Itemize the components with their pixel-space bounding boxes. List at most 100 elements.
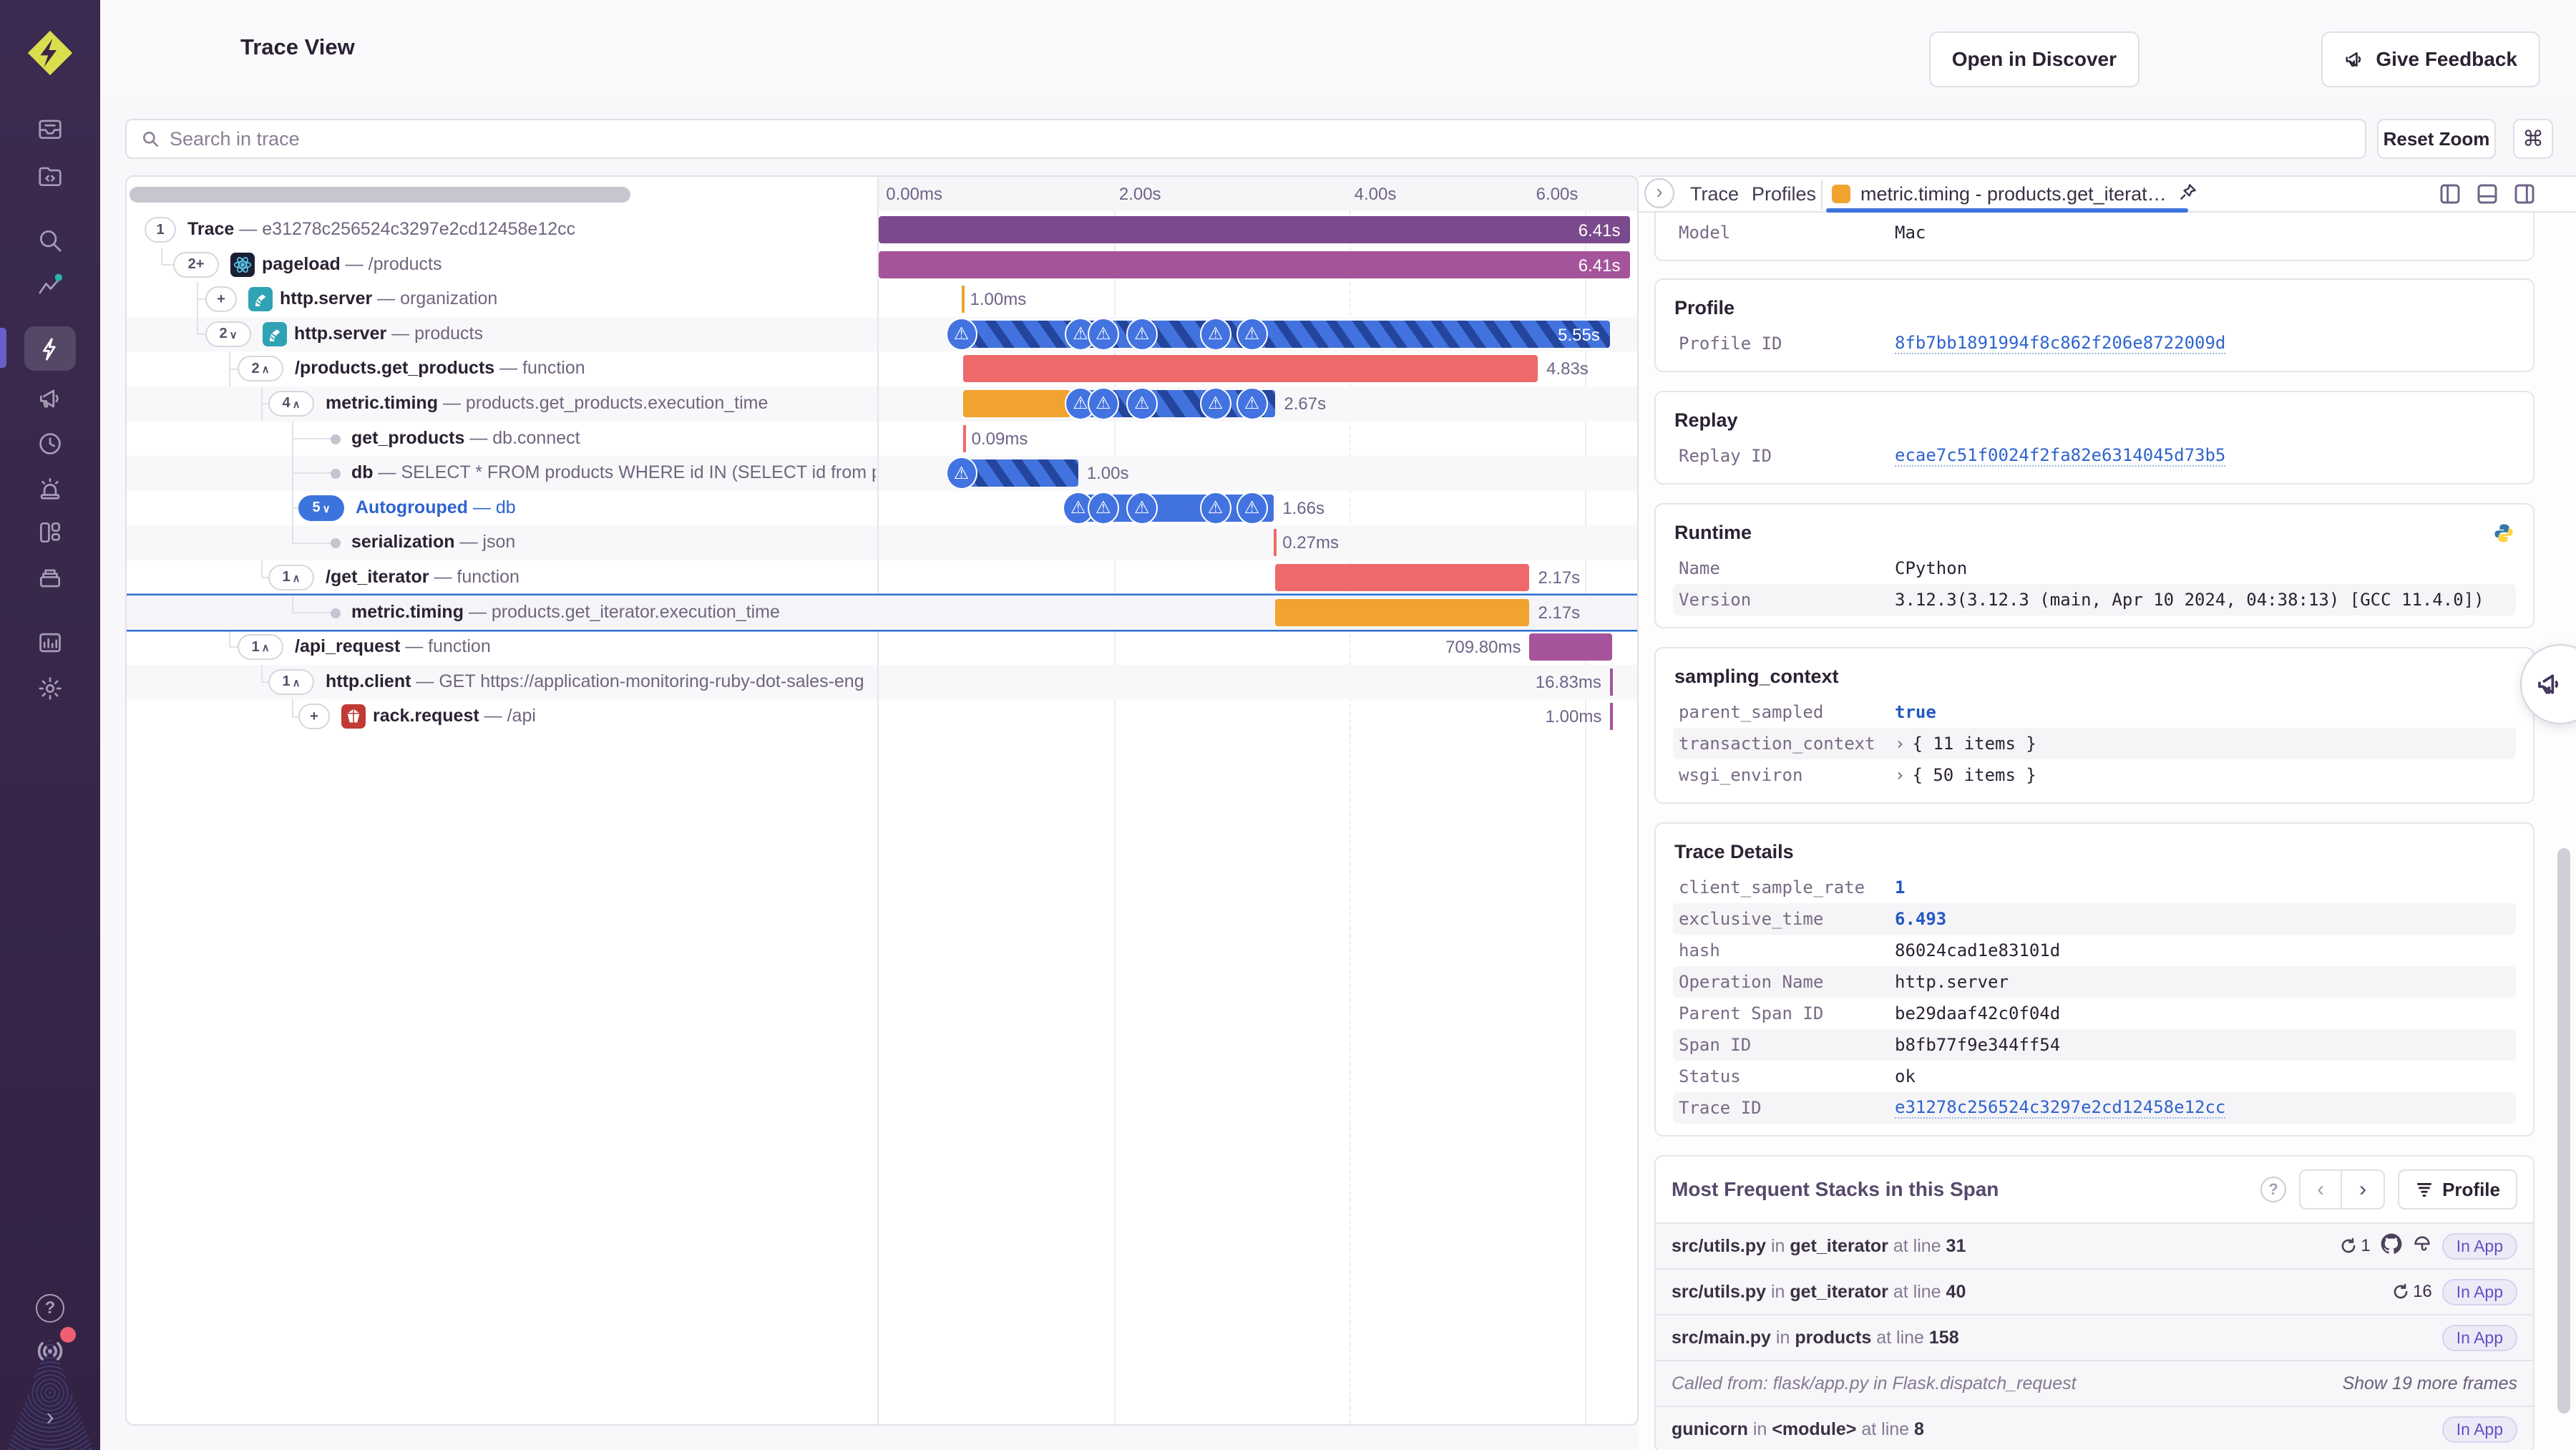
value-link[interactable]: ecae7c51f0024f2fa82e6314045d73b5 (1895, 445, 2226, 467)
span-row[interactable]: + http.server — organization 1.00ms (127, 282, 1637, 317)
span-tick[interactable] (1610, 703, 1614, 731)
sidebar-item-alerts[interactable] (0, 467, 100, 510)
sidebar-item-replays[interactable] (0, 422, 100, 465)
show-more-frames-link[interactable]: Show 19 more frames (2342, 1373, 2517, 1394)
warning-icon[interactable]: ⚠ (1087, 386, 1119, 420)
layout-drawer-bottom-icon[interactable] (2476, 183, 2499, 205)
stack-frame-row[interactable]: src/utils.py in get_iterator at line 31 1… (1656, 1222, 2533, 1268)
warning-icon[interactable]: ⚠ (1199, 491, 1231, 525)
pin-tab-icon[interactable] (2177, 182, 2198, 207)
tab-active-span[interactable]: metric.timing - products.get_iterat… (1826, 177, 2204, 211)
expand-badge[interactable]: 1 ∧ (268, 668, 314, 695)
span-row[interactable]: 5 ∨ Autogrouped — db ⚠ ⚠ ⚠ ⚠ ⚠ 1.66s (127, 490, 1637, 526)
value-link[interactable]: 8fb7bb1891994f8c862f206e8722009d (1895, 333, 2226, 354)
shortcuts-button[interactable]: ⌘ (2513, 119, 2553, 159)
sentry-logo-icon[interactable] (26, 29, 74, 77)
stack-frame-row[interactable]: gunicorn in <module> at line 8 In App (1656, 1406, 2533, 1450)
span-bar[interactable] (951, 320, 1610, 348)
expand-badge[interactable]: + (298, 704, 330, 730)
tab-profiles[interactable]: Profiles (1752, 177, 1816, 211)
warning-icon[interactable]: ⚠ (1199, 386, 1231, 420)
sidebar-item-projects[interactable] (0, 155, 100, 198)
next-stack-button[interactable]: › (2342, 1171, 2384, 1208)
sidebar-collapse-button[interactable]: › (0, 1397, 100, 1437)
expand-badge[interactable]: 4 ∧ (268, 390, 314, 417)
span-row[interactable]: 1 ∧ /api_request — function 709.80ms (127, 630, 1637, 665)
stack-frame-row[interactable]: Called from: flask/app.py in Flask.dispa… (1656, 1360, 2533, 1406)
sidebar-item-search[interactable] (0, 219, 100, 262)
give-feedback-button[interactable]: Give Feedback (2321, 31, 2540, 87)
warning-icon[interactable]: ⚠ (1126, 317, 1158, 351)
expand-badge[interactable]: 1 (145, 217, 176, 243)
span-bar[interactable] (962, 355, 1538, 383)
profile-button[interactable]: Profile (2398, 1169, 2517, 1210)
warning-icon[interactable]: ⚠ (1236, 386, 1268, 420)
span-bar[interactable] (879, 216, 1631, 243)
value-text[interactable]: { 11 items } (1912, 734, 2036, 754)
stack-frame-row[interactable]: src/utils.py in get_iterator at line 40 1… (1656, 1268, 2533, 1314)
sidebar-item-stats[interactable] (0, 557, 100, 600)
expand-panel-button[interactable]: › (1644, 178, 1674, 208)
sidebar-item-help[interactable]: ? (0, 1288, 100, 1328)
span-bar[interactable] (1529, 633, 1612, 661)
stack-frame-row[interactable]: src/main.py in products at line 158 In Ap… (1656, 1314, 2533, 1360)
reset-zoom-button[interactable]: Reset Zoom (2377, 119, 2496, 159)
timeline-ruler[interactable]: 0.00ms 2.00s 4.00s 6.00s (877, 177, 1637, 211)
expand-badge[interactable]: + (205, 286, 237, 313)
layout-sidebar-left-icon[interactable] (2439, 183, 2462, 205)
warning-icon[interactable]: ⚠ (1087, 317, 1119, 351)
span-row[interactable]: 4 ∧ metric.timing — products.get_products.… (127, 386, 1637, 422)
span-row[interactable]: + rack.request — /api 1.00ms (127, 699, 1637, 734)
sidebar-item-performance[interactable] (0, 326, 100, 371)
warning-icon[interactable]: ⚠ (945, 457, 977, 490)
span-row[interactable]: db — SELECT * FROM products WHERE id IN … (127, 456, 1637, 491)
span-row[interactable]: 2 ∨ http.server — products ⚠ ⚠ ⚠ ⚠ ⚠ ⚠ 5.55s (127, 316, 1637, 352)
span-tick[interactable] (962, 424, 966, 452)
warning-icon[interactable]: ⚠ (1087, 491, 1119, 525)
span-row[interactable]: 1 ∧ /get_iterator — function 2.17s (127, 560, 1637, 595)
coverage-icon[interactable] (2412, 1234, 2432, 1259)
warning-icon[interactable]: ⚠ (1199, 317, 1231, 351)
expand-badge[interactable]: 2 ∧ (238, 356, 283, 382)
value-link[interactable]: e31278c256524c3297e2cd12458e12cc (1895, 1097, 2226, 1119)
sidebar-item-feedback[interactable] (0, 377, 100, 420)
tree-scrollbar-track[interactable] (127, 177, 877, 211)
sidebar-item-issues[interactable] (0, 107, 100, 150)
span-row-selected[interactable]: metric.timing — products.get_iterator.ex… (127, 595, 1637, 631)
expand-badge[interactable]: 1 ∧ (268, 564, 314, 590)
layout-sidebar-right-icon[interactable] (2513, 183, 2536, 205)
warning-icon[interactable]: ⚠ (1126, 386, 1158, 420)
tab-trace[interactable]: Trace (1690, 177, 1739, 211)
warning-icon[interactable]: ⚠ (1126, 491, 1158, 525)
span-bar[interactable] (1275, 598, 1530, 626)
sidebar-item-insights[interactable] (0, 263, 100, 306)
prev-stack-button[interactable]: ‹ (2301, 1171, 2343, 1208)
sidebar-item-dashboards[interactable] (0, 511, 100, 554)
span-tick[interactable] (961, 286, 965, 313)
tree-scrollbar-thumb[interactable] (130, 187, 630, 203)
github-icon[interactable] (2381, 1233, 2402, 1260)
warning-icon[interactable]: ⚠ (1236, 317, 1268, 351)
expand-badge[interactable]: 2+ (173, 251, 219, 278)
open-in-discover-button[interactable]: Open in Discover (1928, 31, 2140, 87)
page-scrollbar-thumb[interactable] (2557, 848, 2570, 1413)
span-row[interactable]: 1 ∧ http.client — GET https://application-… (127, 664, 1637, 700)
sidebar-item-whats-new[interactable] (0, 1326, 100, 1373)
expand-badge[interactable]: 5 ∨ (298, 495, 344, 521)
span-bar[interactable] (1275, 563, 1530, 591)
expand-badge[interactable]: 2 ∨ (205, 321, 251, 347)
span-bar[interactable] (962, 389, 1071, 417)
help-icon[interactable]: ? (2260, 1177, 2287, 1202)
span-row[interactable]: get_products — db.connect 0.09ms (127, 421, 1637, 457)
span-tick[interactable] (1609, 668, 1613, 696)
sidebar-item-reports[interactable] (0, 621, 100, 664)
span-row[interactable]: 1 Trace — e31278c256524c3297e2cd12458e12c… (127, 213, 1637, 248)
span-row[interactable]: 2 ∧ /products.get_products — function 4.83s (127, 351, 1637, 386)
search-input[interactable]: Search in trace (125, 119, 2366, 159)
span-bar[interactable] (879, 250, 1631, 278)
span-row[interactable]: serialization — json 0.27ms (127, 525, 1637, 560)
sidebar-item-settings[interactable] (0, 667, 100, 710)
value-text[interactable]: { 50 items } (1912, 765, 2036, 785)
expand-badge[interactable]: 1 ∧ (238, 634, 283, 661)
warning-icon[interactable]: ⚠ (1236, 491, 1268, 525)
